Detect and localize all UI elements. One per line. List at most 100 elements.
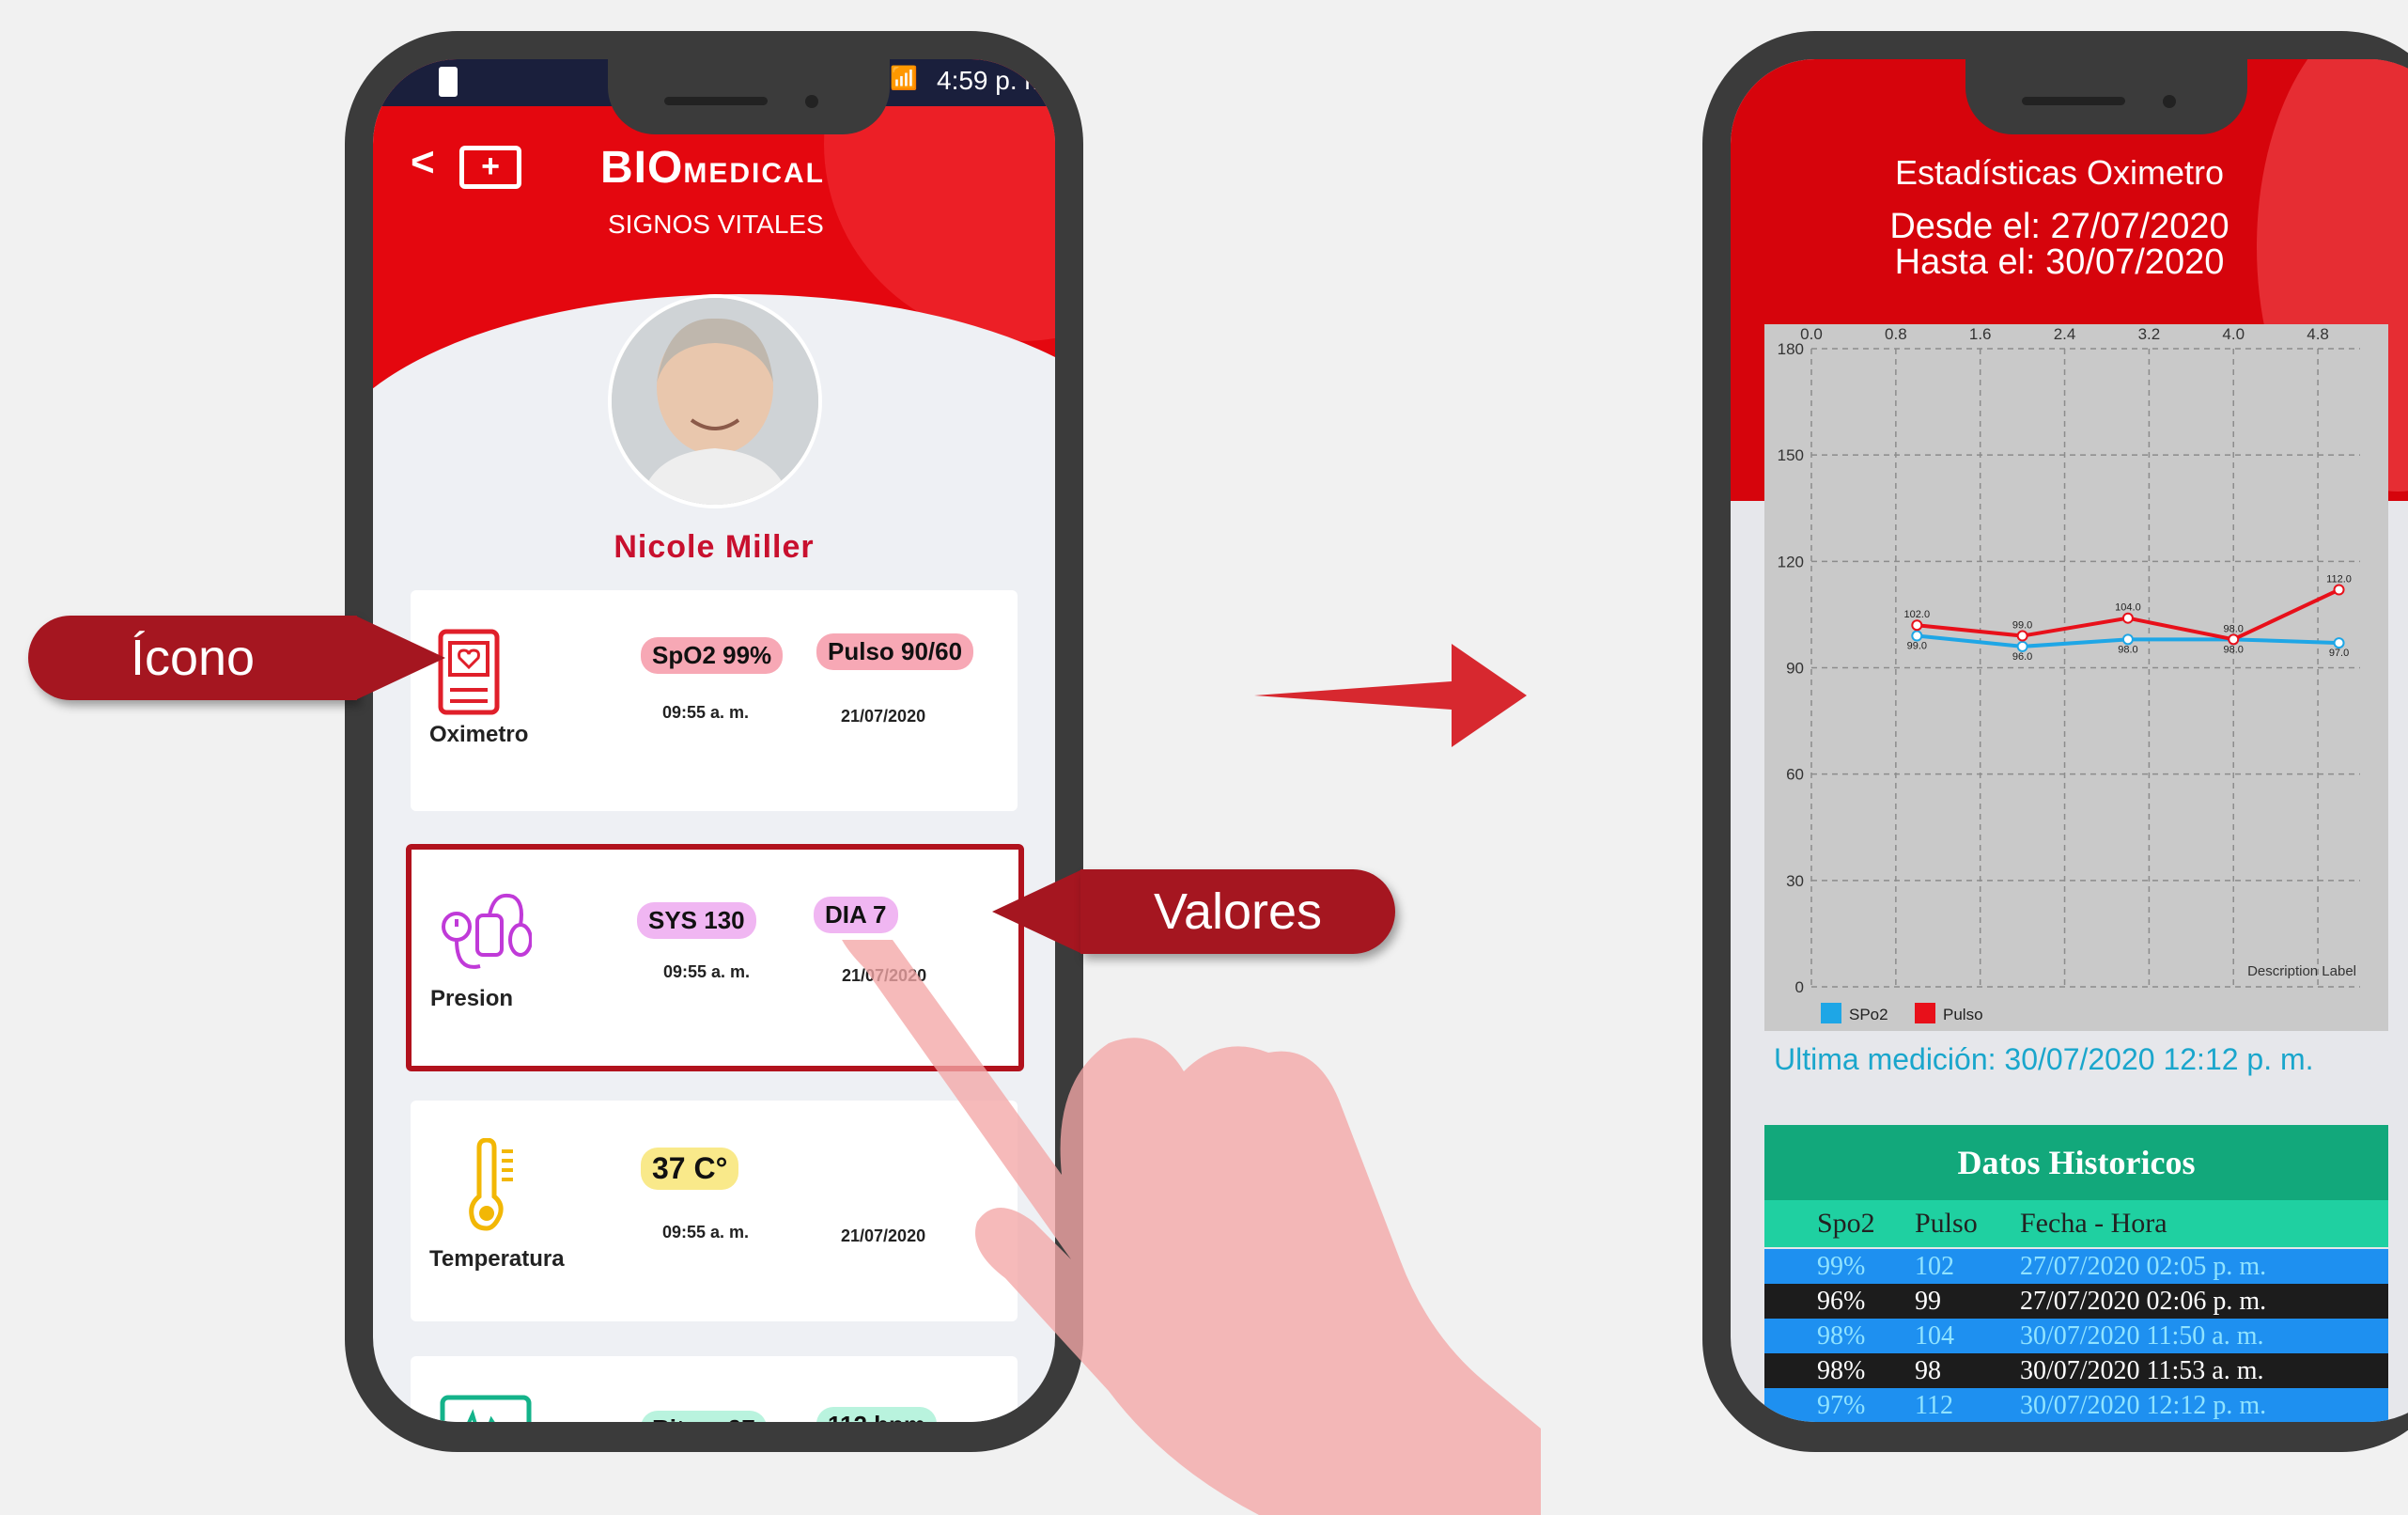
card-value: Ritmo 97 <box>641 1411 767 1422</box>
chart-svg: 0.0 0.8 1.6 2.4 3.2 4.0 4.8030609012015018099.… <box>1778 325 2360 1023</box>
x-tick-label: 4.8 <box>2307 325 2329 343</box>
card-value: 37 C° <box>641 1148 739 1190</box>
cell: 27/07/2020 02:05 p. m. <box>2020 1252 2267 1281</box>
card-time: 09:55 a. m. <box>663 962 751 981</box>
col-header: Spo2 <box>1817 1208 1875 1239</box>
data-point-spo2 <box>2121 633 2134 646</box>
callout-icono-arrow <box>355 616 445 700</box>
cell: 99 <box>1915 1287 1941 1316</box>
data-point-pulso <box>2228 633 2240 646</box>
table-row: 98% 98 30/07/2020 11:53 a. m. <box>1764 1353 2388 1388</box>
phone-right-screen: Estadísticas Oximetro Desde el: 27/07/20… <box>1731 59 2408 1422</box>
cell: 98% <box>1817 1321 1866 1351</box>
screen-subtitle: SIGNOS VITALES <box>608 210 824 239</box>
table-row: 96% 99 27/07/2020 02:06 p. m. <box>1764 1284 2388 1319</box>
y-tick-label: 180 <box>1778 340 1804 358</box>
data-label: 96.0 <box>2012 651 2032 663</box>
data-point-pulso <box>2121 612 2134 624</box>
cell: 102 <box>1915 1252 1954 1281</box>
card-label: Presion <box>430 986 514 1011</box>
callout-valores-label: Valores <box>1153 883 1323 940</box>
x-tick-label: 4.0 <box>2222 325 2245 343</box>
cell: 98 <box>1915 1356 1941 1385</box>
card-time: 09:55 a. m. <box>662 1223 750 1242</box>
data-point-pulso <box>1911 619 1923 632</box>
wifi-signal-icon: 📶 <box>890 66 918 91</box>
card-value: DIA 7 <box>814 897 898 933</box>
data-point-pulso <box>2333 584 2345 596</box>
status-time: 4:59 p. m. <box>937 66 1054 95</box>
cell: 98% <box>1817 1356 1866 1385</box>
data-label: 104.0 <box>2115 602 2141 614</box>
data-label: 99.0 <box>2012 620 2032 632</box>
avatar <box>608 294 822 508</box>
callout-icono: Ícono <box>28 616 357 700</box>
stats-title: Estadísticas Oximetro <box>1894 153 2225 192</box>
y-tick-label: 60 <box>1786 766 1804 784</box>
col-header: Fecha - Hora <box>2020 1208 2167 1239</box>
data-point-spo2 <box>2016 640 2028 652</box>
cell: 99% <box>1817 1252 1866 1281</box>
ultima-medicion: Ultima medición: 30/07/2020 12:12 p. m. <box>1774 1042 2314 1076</box>
table-row: 98% 104 30/07/2020 11:50 a. m. <box>1764 1319 2388 1353</box>
legend-swatch <box>1821 1003 1841 1023</box>
hand-pointer-icon <box>842 940 1541 1515</box>
y-tick-label: 90 <box>1786 660 1804 678</box>
cell: 112 <box>1915 1391 1953 1420</box>
description-label: Description Label <box>2247 963 2356 979</box>
data-point-spo2 <box>2333 637 2345 649</box>
brand-logo: BIOMEDICAL <box>600 143 825 193</box>
legend-swatch <box>1915 1003 1935 1023</box>
card-label: Oximetro <box>429 722 529 747</box>
cell: 30/07/2020 11:50 a. m. <box>2020 1321 2264 1351</box>
data-point-spo2 <box>1911 630 1923 642</box>
table-row: 97% 112 30/07/2020 12:12 p. m. <box>1764 1388 2388 1422</box>
cell: 96% <box>1817 1287 1866 1316</box>
phone-right: Estadísticas Oximetro Desde el: 27/07/20… <box>1702 31 2408 1452</box>
x-tick-label: 0.8 <box>1885 325 1907 343</box>
heart-monitor-icon <box>439 1394 533 1422</box>
card-value: Pulso 90/60 <box>816 633 974 670</box>
data-label: 97.0 <box>2329 648 2349 659</box>
legend-label: SPo2 <box>1849 1006 1888 1023</box>
data-label: 99.0 <box>1907 641 1927 652</box>
callout-valores-arrow <box>992 869 1082 954</box>
oximetro-chart: 0.0 0.8 1.6 2.4 3.2 4.0 4.8 0 30 60 90 120 150 180 99.… <box>1764 324 2388 1031</box>
cell: 30/07/2020 12:12 p. m. <box>2020 1391 2267 1420</box>
stats-hasta: Hasta el: 30/07/2020 <box>1894 242 2225 282</box>
phone-notch <box>608 59 890 134</box>
data-label: 98.0 <box>2224 623 2244 634</box>
col-header: Pulso <box>1915 1208 1978 1239</box>
cell: 30/07/2020 11:53 a. m. <box>2020 1356 2264 1385</box>
callout-valores: Valores <box>1080 869 1395 954</box>
card-value: SpO2 99% <box>641 637 784 674</box>
data-label: 98.0 <box>2224 644 2244 655</box>
data-point-pulso <box>2016 630 2028 642</box>
cell: 97% <box>1817 1391 1866 1420</box>
card-label: Temperatura <box>429 1246 565 1272</box>
historical-table-header: Spo2 Pulso Fecha - Hora <box>1764 1200 2388 1247</box>
patient-name: Nicole Miller <box>614 529 815 565</box>
card-oximetro[interactable]: Oximetro SpO2 99% Pulso 90/60 09:55 a. m… <box>411 590 1018 811</box>
y-tick-label: 150 <box>1778 446 1804 464</box>
data-label: 98.0 <box>2118 644 2137 655</box>
y-tick-label: 120 <box>1778 553 1804 570</box>
thermometer-icon <box>462 1137 519 1237</box>
historical-table-title: Datos Historicos <box>1764 1125 2388 1200</box>
transition-arrow-icon <box>1254 644 1527 747</box>
battery-icon <box>439 67 458 97</box>
data-label: 112.0 <box>2326 574 2352 586</box>
card-value: SYS 130 <box>637 902 756 939</box>
legend-label: Pulso <box>1943 1006 1983 1023</box>
back-icon[interactable]: < <box>411 139 435 186</box>
x-tick-label: 2.4 <box>2054 325 2076 343</box>
monitor-plus-icon[interactable]: + <box>459 146 521 189</box>
card-time: 09:55 a. m. <box>662 703 750 722</box>
cell: 27/07/2020 02:06 p. m. <box>2020 1287 2267 1316</box>
cell: 104 <box>1915 1321 1954 1351</box>
x-tick-label: 3.2 <box>2138 325 2161 343</box>
stats-desde: Desde el: 27/07/2020 <box>1889 207 2229 246</box>
data-label: 102.0 <box>1904 609 1931 620</box>
y-tick-label: 30 <box>1786 872 1804 890</box>
blood-pressure-icon <box>438 887 533 982</box>
